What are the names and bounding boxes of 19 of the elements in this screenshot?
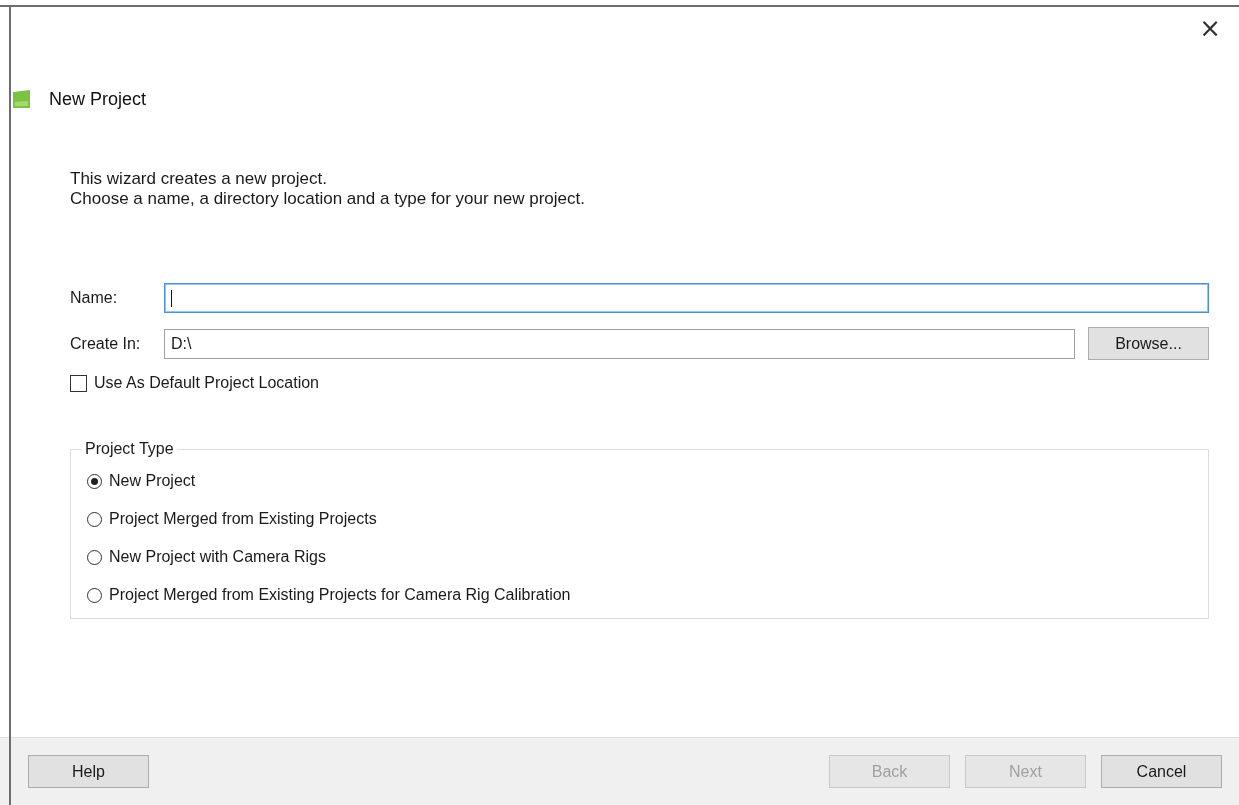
field-label: Create In: bbox=[70, 334, 142, 353]
checkbox[interactable] bbox=[70, 374, 87, 392]
radio-label: New Project with Camera Rigs bbox=[109, 548, 326, 566]
close-button[interactable]: × bbox=[1195, 15, 1225, 41]
radio-label: Project Merged from Existing Projects for Camera Rig Calibration bbox=[109, 586, 571, 604]
browse-button[interactable]: Browse... bbox=[1088, 327, 1209, 360]
checkbox-label: Use As Default Project Location bbox=[94, 374, 319, 392]
dialog-title: New Project bbox=[49, 88, 147, 110]
location-field[interactable]: D:\ bbox=[164, 328, 1075, 359]
group-title: Project Type bbox=[84, 440, 175, 458]
field-label: Name: bbox=[70, 289, 119, 307]
name-field[interactable] bbox=[164, 283, 1209, 313]
dialog-button[interactable]: Cancel bbox=[1101, 755, 1222, 788]
intro-text: Choose a name, a directory location and a type for your new project. bbox=[70, 189, 586, 209]
radio-label: Project Merged from Existing Projects bbox=[109, 510, 377, 528]
intro-text: This wizard creates a new project. bbox=[70, 169, 328, 189]
project-icon bbox=[12, 89, 31, 109]
radio-label: New Project bbox=[109, 472, 196, 490]
dialog-button[interactable]: Help bbox=[28, 755, 149, 788]
